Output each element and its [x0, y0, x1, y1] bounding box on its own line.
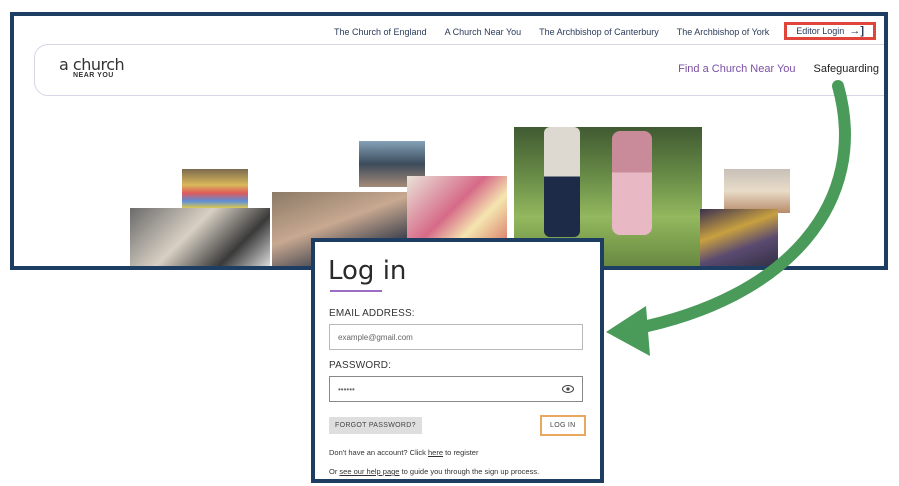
website-frame: The Church of England A Church Near You … — [10, 12, 888, 270]
topnav-link-archbishop-york[interactable]: The Archbishop of York — [668, 27, 779, 37]
login-button[interactable]: LOG IN — [540, 415, 586, 436]
password-field[interactable]: •••••• — [329, 376, 583, 402]
safeguarding-link[interactable]: Safeguarding — [814, 63, 879, 75]
login-title: Log in — [328, 256, 407, 286]
topnav-link-church-near-you[interactable]: A Church Near You — [436, 27, 531, 37]
help-note-pre: Or — [329, 467, 340, 476]
register-note-pre: Don't have an account? Click — [329, 448, 428, 457]
collage-photo-colorful-interior — [182, 169, 248, 209]
site-logo[interactable]: a church NEAR YOU — [59, 57, 125, 80]
editor-login-label: Editor Login — [796, 26, 845, 36]
top-navigation: The Church of England A Church Near You … — [325, 20, 876, 44]
editor-login-link[interactable]: Editor Login →] — [784, 22, 876, 40]
collage-figure-boy — [544, 127, 580, 237]
eye-icon[interactable] — [562, 384, 574, 394]
email-label: EMAIL ADDRESS: — [329, 308, 415, 319]
login-dialog: Log in EMAIL ADDRESS: example@gmail.com … — [311, 238, 604, 483]
arrow-right-to-bracket-icon: →] — [849, 25, 864, 37]
help-note: Or see our help page to guide you throug… — [329, 467, 539, 476]
help-page-link[interactable]: see our help page — [339, 467, 399, 476]
topnav-link-archbishop-canterbury[interactable]: The Archbishop of Canterbury — [530, 27, 668, 37]
topnav-link-church-of-england[interactable]: The Church of England — [325, 27, 436, 37]
password-label: PASSWORD: — [329, 360, 392, 371]
collage-figure-girl — [612, 131, 652, 235]
collage-photo-food — [724, 169, 790, 213]
help-note-post: to guide you through the sign up process… — [399, 467, 540, 476]
main-navigation: Find a Church Near You Safeguarding — [678, 63, 879, 75]
collage-photo-bishop — [700, 209, 778, 266]
collage-photo-wedding — [130, 208, 270, 266]
password-value: •••••• — [338, 384, 355, 394]
email-field[interactable]: example@gmail.com — [329, 324, 583, 350]
register-note-post: to register — [443, 448, 479, 457]
site-header: a church NEAR YOU Find a Church Near You… — [34, 44, 884, 96]
forgot-password-button[interactable]: FORGOT PASSWORD? — [329, 417, 422, 434]
title-underline — [330, 290, 382, 292]
register-note: Don't have an account? Click here to reg… — [329, 448, 478, 457]
register-link[interactable]: here — [428, 448, 443, 457]
find-church-link[interactable]: Find a Church Near You — [678, 63, 795, 75]
